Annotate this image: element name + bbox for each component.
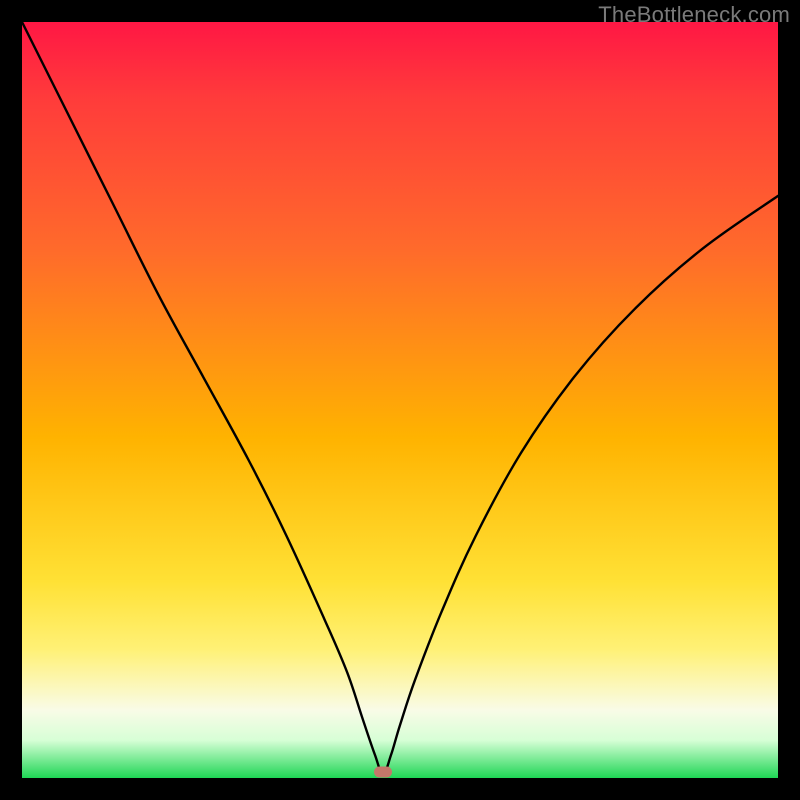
bottleneck-curve-path xyxy=(22,22,778,774)
plot-area xyxy=(22,22,778,778)
minimum-marker xyxy=(374,766,392,777)
line-chart xyxy=(22,22,778,778)
chart-frame: TheBottleneck.com xyxy=(0,0,800,800)
